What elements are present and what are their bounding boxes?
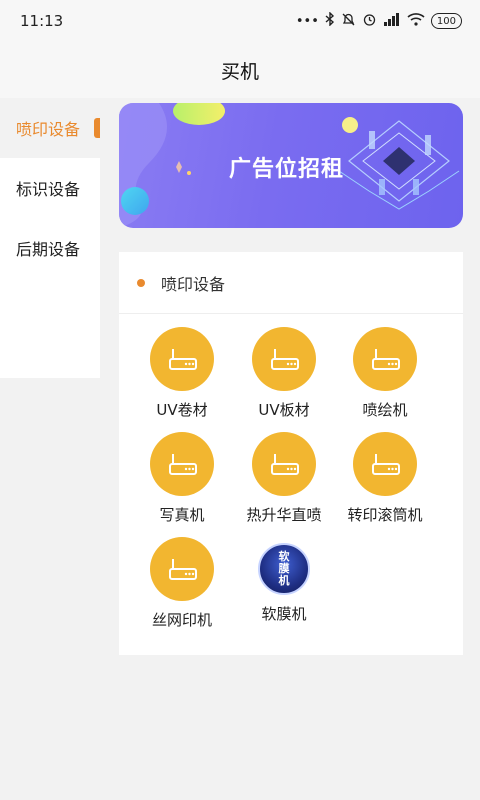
category-item-photo-printer[interactable]: 写真机: [132, 432, 232, 525]
sidebar-item-marking[interactable]: 标识设备: [0, 158, 100, 218]
status-bar: 11:13 ••• 100: [0, 0, 480, 42]
battery-indicator: 100: [430, 13, 462, 29]
category-item-uv-roll[interactable]: UV卷材: [132, 327, 232, 420]
category-item-inkjet[interactable]: 喷绘机: [335, 327, 435, 420]
category-item-screen-printer[interactable]: 丝网印机: [132, 537, 232, 630]
bullet-dot-icon: [137, 278, 145, 287]
printer-icon: [353, 432, 417, 496]
printer-icon: [150, 432, 214, 496]
wifi-icon: [407, 12, 425, 30]
active-indicator: [94, 118, 100, 138]
sidebar-item-label: 标识设备: [16, 180, 81, 199]
category-label: UV板材: [258, 401, 310, 419]
sidebar-item-post-processing[interactable]: 后期设备: [0, 218, 100, 278]
bluetooth-icon: [325, 11, 335, 30]
category-item-soft-film[interactable]: 软 膜 机 软膜机: [234, 537, 334, 624]
category-label: 热升华直喷: [246, 506, 322, 524]
category-label: 写真机: [159, 506, 205, 524]
banner-text: 广告位招租: [229, 157, 345, 182]
category-item-sublimation[interactable]: 热升华直喷: [234, 432, 334, 525]
printer-icon: [353, 327, 417, 391]
category-item-uv-board[interactable]: UV板材: [234, 327, 334, 420]
ad-banner[interactable]: 广告位招租: [119, 103, 463, 228]
category-label: 喷绘机: [362, 401, 408, 419]
panel-title: 喷印设备: [161, 274, 226, 294]
category-sidebar: 喷印设备 标识设备 后期设备: [0, 98, 100, 800]
sidebar-item-label: 喷印设备: [16, 120, 81, 139]
panel-header: 喷印设备: [119, 252, 463, 314]
nav-bar: 买机: [0, 42, 480, 98]
category-label: 转印滚筒机: [347, 506, 423, 524]
printer-icon: [150, 537, 214, 601]
film-logo-char: 机: [278, 574, 290, 587]
category-label: 丝网印机: [151, 611, 212, 629]
printer-icon: [252, 327, 316, 391]
status-icons: ••• 100: [295, 11, 462, 31]
category-panel: 喷印设备 UV卷材 UV板材 喷绘机 写真机 热升华直喷 转印滚筒机 丝网印机 …: [119, 252, 463, 655]
category-label: UV卷材: [156, 401, 208, 419]
mute-bell-icon: [341, 12, 356, 31]
category-label: 软膜机: [261, 605, 307, 623]
sidebar-item-printing[interactable]: 喷印设备: [0, 98, 100, 158]
alarm-icon: [362, 12, 377, 31]
status-time: 11:13: [20, 12, 64, 30]
signal-icon: [383, 12, 401, 30]
printer-icon: [150, 327, 214, 391]
more-dots-icon: •••: [295, 13, 319, 29]
page-title: 买机: [220, 60, 259, 83]
category-item-transfer-drum[interactable]: 转印滚筒机: [335, 432, 435, 525]
film-logo-icon: 软 膜 机: [258, 543, 310, 595]
sidebar-item-label: 后期设备: [16, 240, 81, 259]
printer-icon: [252, 432, 316, 496]
